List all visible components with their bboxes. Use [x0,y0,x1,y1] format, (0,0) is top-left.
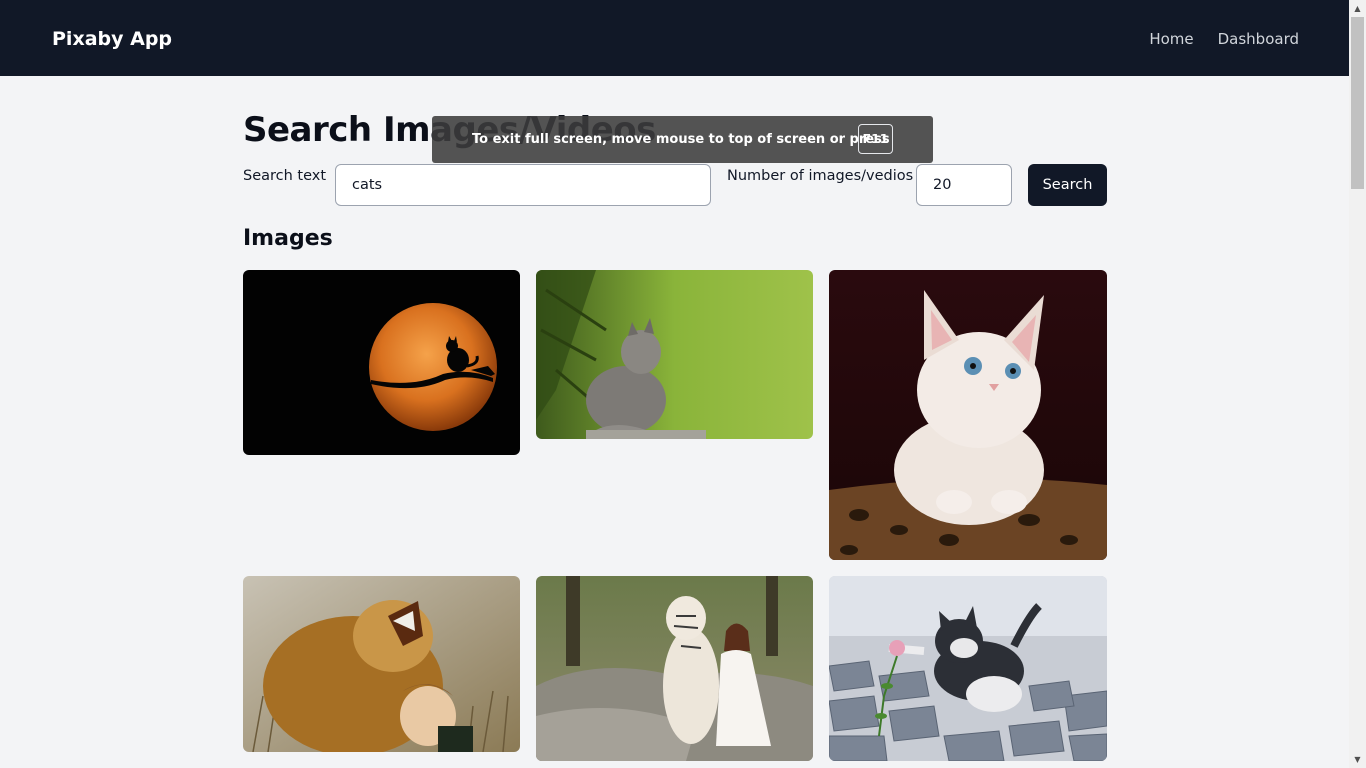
search-button[interactable]: Search [1028,164,1107,206]
image-card-lion-girl[interactable] [243,576,520,752]
search-form: Search text Number of images/vedios Sear… [243,164,1107,206]
nav-link-home[interactable]: Home [1149,30,1193,48]
top-navbar: Pixaby App Home Dashboard [0,0,1349,76]
search-text-input[interactable] [335,164,711,206]
image-card-kitten-flower[interactable] [829,576,1107,761]
search-text-label: Search text [243,168,327,184]
image-card-moon-cat[interactable] [243,270,520,455]
nav-link-dashboard[interactable]: Dashboard [1218,30,1299,48]
app-brand[interactable]: Pixaby App [52,28,172,50]
scrollbar-thumb[interactable] [1351,17,1364,189]
scroll-down-arrow-icon[interactable]: ▼ [1349,751,1366,768]
images-section-title: Images [243,226,333,251]
image-card-grey-kitten[interactable] [536,270,813,439]
tiger-woman-image [536,576,813,761]
white-kitten-image [829,270,1107,560]
image-card-white-kitten[interactable] [829,270,1107,560]
nav-links: Home Dashboard [1149,30,1299,48]
page-scrollbar[interactable]: ▲ ▼ [1349,0,1366,768]
grey-kitten-image [536,270,813,439]
moon-cat-image [243,270,520,455]
image-grid [243,270,1107,768]
fullscreen-exit-notice: To exit full screen, move mouse to top o… [432,116,933,163]
image-count-label: Number of images/vedios [727,168,914,184]
image-count-input[interactable] [916,164,1012,206]
f11-key-badge: F11 [858,124,893,154]
kitten-flower-image [829,576,1107,761]
fullscreen-notice-text: To exit full screen, move mouse to top o… [472,132,890,147]
lion-girl-image [243,576,520,752]
scroll-up-arrow-icon[interactable]: ▲ [1349,0,1366,17]
image-card-tiger-woman[interactable] [536,576,813,761]
